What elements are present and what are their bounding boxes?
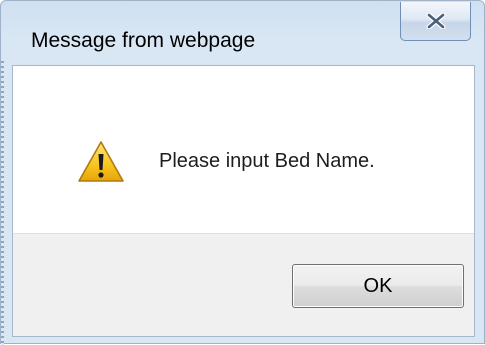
dialog-button-bar: OK <box>13 233 474 336</box>
close-button[interactable] <box>400 2 471 41</box>
warning-icon <box>77 140 125 184</box>
dialog-title: Message from webpage <box>31 29 256 52</box>
window-frame-edge <box>1 61 4 345</box>
message-dialog: Message from webpage Please input Bed Na… <box>0 0 485 345</box>
message-area: Please input Bed Name. <box>13 66 474 233</box>
dialog-client-area: Please input Bed Name. OK <box>12 65 475 337</box>
close-icon <box>426 13 446 29</box>
message-text: Please input Bed Name. <box>159 150 375 172</box>
ok-button[interactable]: OK <box>292 264 464 308</box>
dialog-titlebar[interactable]: Message from webpage <box>1 1 485 65</box>
